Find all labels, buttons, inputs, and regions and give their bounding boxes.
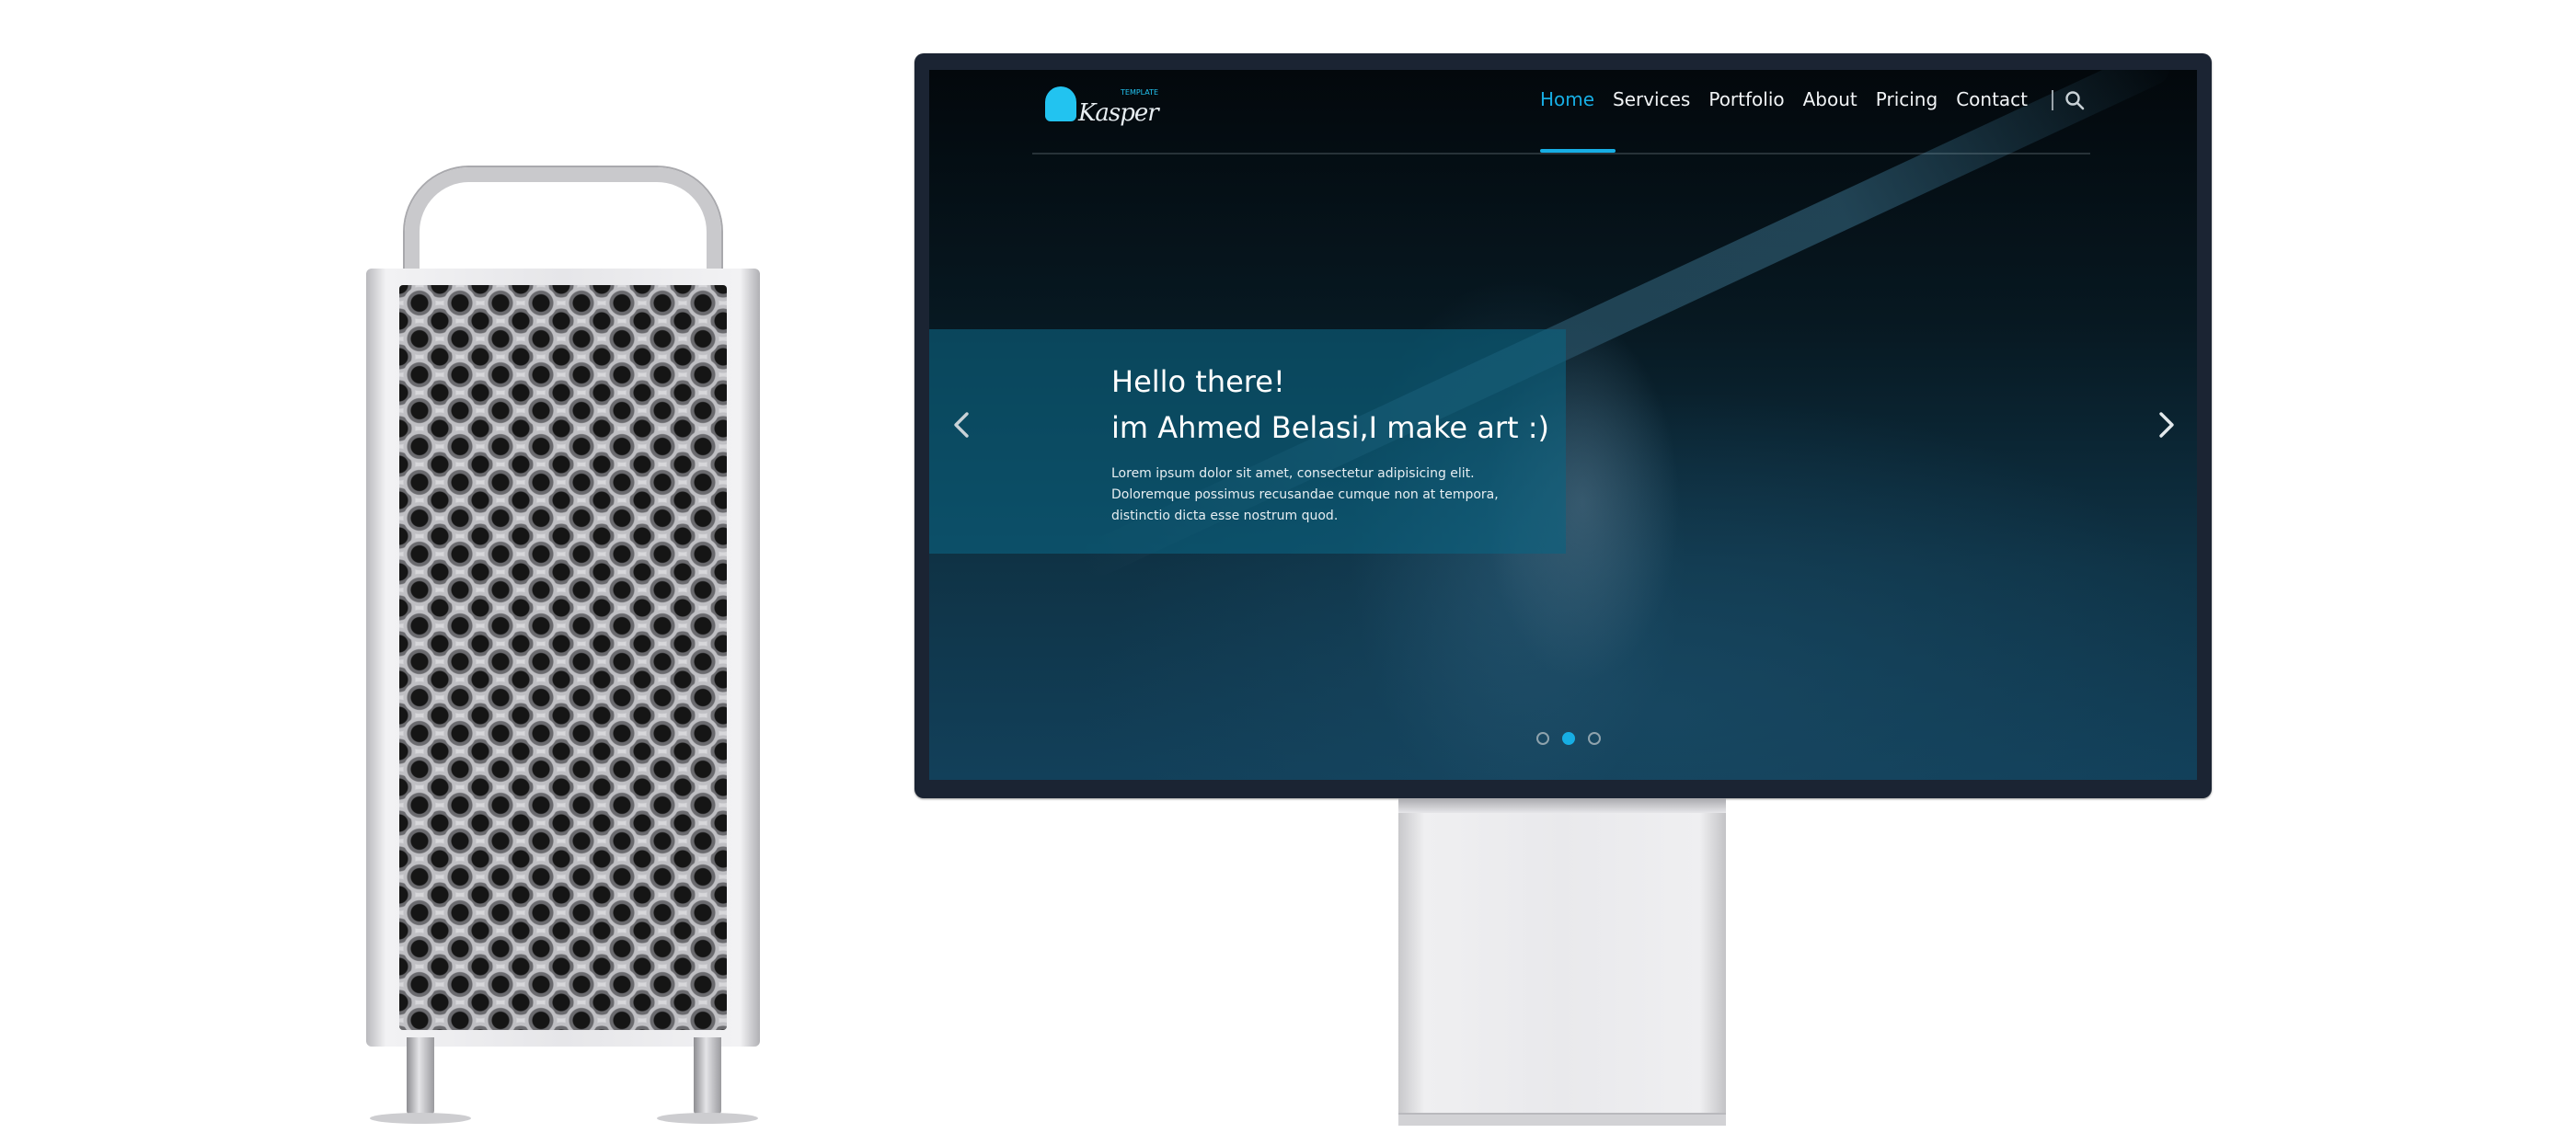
- nav-item-home[interactable]: Home: [1540, 88, 1594, 110]
- nav-item-portfolio[interactable]: Portfolio: [1708, 88, 1784, 110]
- ghost-logo-icon: [1045, 86, 1076, 121]
- tower-foot-base-left: [370, 1113, 471, 1124]
- site-logo[interactable]: TEMPLATE Kasper: [1045, 81, 1165, 132]
- slider-dot-3[interactable]: [1588, 732, 1601, 745]
- slider-dot-2[interactable]: [1562, 732, 1575, 745]
- device-mockup-scene: TEMPLATE Kasper Home Services Portfolio …: [0, 0, 2576, 1133]
- website-screen: TEMPLATE Kasper Home Services Portfolio …: [929, 70, 2197, 780]
- nav-item-about[interactable]: About: [1803, 88, 1857, 110]
- chevron-left-icon[interactable]: [948, 408, 975, 441]
- hero-title-line2: im Ahmed Belasi,I make art :): [1111, 410, 1550, 445]
- tower-grille: [399, 285, 727, 1030]
- nav-item-pricing[interactable]: Pricing: [1876, 88, 1938, 110]
- monitor: TEMPLATE Kasper Home Services Portfolio …: [914, 53, 2212, 798]
- navbar: TEMPLATE Kasper Home Services Portfolio …: [1032, 70, 2090, 154]
- tower-foot-left: [407, 1037, 434, 1115]
- mac-pro-tower: [366, 167, 760, 1126]
- nav-item-services[interactable]: Services: [1613, 88, 1690, 110]
- chevron-right-icon[interactable]: [2153, 408, 2180, 441]
- monitor-stand: [1398, 798, 1726, 1122]
- hero-title: Hello there! im Ahmed Belasi,I make art …: [1111, 359, 1553, 451]
- hero-overlay: Hello there! im Ahmed Belasi,I make art …: [929, 329, 1566, 554]
- monitor-stand-base: [1398, 1113, 1726, 1126]
- nav-active-indicator: [1540, 149, 1616, 153]
- slider-dots: [1536, 732, 1601, 745]
- tower-foot-right: [694, 1037, 721, 1115]
- stand-shadow: [1398, 798, 1726, 813]
- slider-dot-1[interactable]: [1536, 732, 1549, 745]
- tower-foot-base-right: [657, 1113, 758, 1124]
- search-icon[interactable]: [2064, 90, 2085, 110]
- tower-body: [366, 269, 760, 1047]
- logo-text: Kasper: [1078, 99, 1159, 127]
- hero-description: Lorem ipsum dolor sit amet, consectetur …: [1111, 466, 1499, 523]
- hero-title-line1: Hello there!: [1111, 364, 1285, 399]
- nav-separator: [2052, 90, 2053, 110]
- logo-tagline: TEMPLATE: [1121, 88, 1159, 97]
- nav-menu: Home Services Portfolio About Pricing Co…: [1540, 88, 2028, 110]
- nav-item-contact[interactable]: Contact: [1956, 88, 2028, 110]
